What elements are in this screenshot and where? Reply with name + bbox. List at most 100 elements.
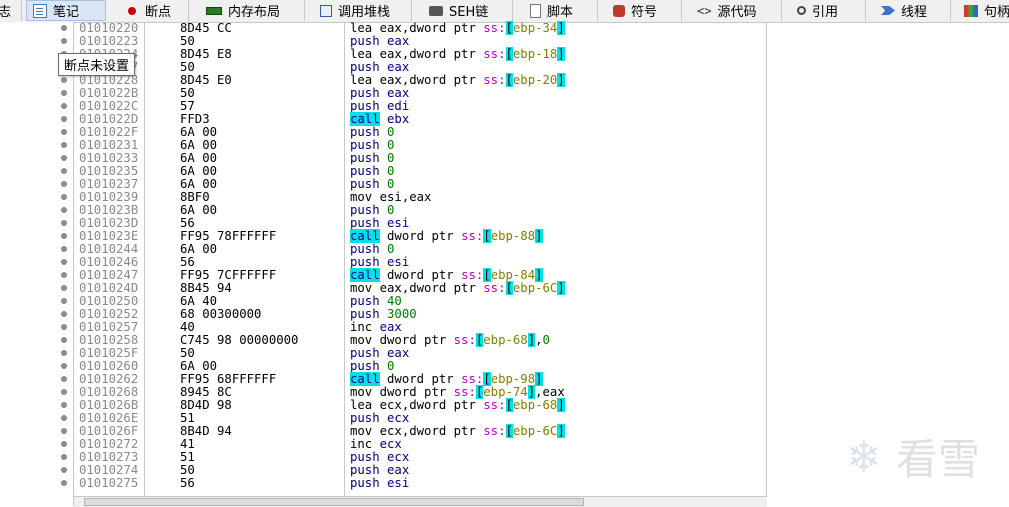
operand: [ (505, 398, 513, 412)
tab-symbols[interactable]: 符号 (599, 0, 682, 21)
tab-breakpoints[interactable]: 断点 (107, 0, 189, 21)
breakpoint-dot-icon[interactable] (61, 103, 67, 109)
breakpoint-dot-icon[interactable] (61, 207, 67, 213)
mnemonic: push (350, 411, 380, 425)
operand: ,eax (535, 385, 565, 399)
mnemonic: lea (350, 398, 373, 412)
mnemonic: mov (350, 281, 373, 295)
operand: eax,dword ptr (372, 47, 484, 61)
operand: ebp-20 (512, 73, 558, 87)
operand: 0 (379, 151, 395, 165)
breakpoint-dot-icon[interactable] (61, 129, 67, 135)
breakpoint-dot-icon[interactable] (61, 246, 67, 252)
tab-seh-chain[interactable]: SEH链 (413, 0, 513, 21)
operand: 0 (379, 164, 395, 178)
operand: [ (483, 229, 491, 243)
breakpoint-dot-icon[interactable] (61, 181, 67, 187)
breakpoint-dot-icon[interactable] (61, 285, 67, 291)
stack-icon (320, 4, 332, 17)
breakpoint-dot-icon[interactable] (61, 116, 67, 122)
breakpoint-dot-icon[interactable] (61, 142, 67, 148)
operand: eax (379, 34, 410, 48)
operand: ebp-68 (512, 398, 558, 412)
mnemonic: mov (350, 333, 373, 347)
snowflake-icon: ❄ (849, 428, 879, 484)
breakpoint-dot-icon[interactable] (61, 298, 67, 304)
tab-call-stack[interactable]: 调用堆栈 (306, 0, 412, 21)
operand: ecx (379, 450, 410, 464)
breakpoint-dot-icon[interactable] (61, 168, 67, 174)
breakpoint-dot-icon[interactable] (61, 350, 67, 356)
search-icon (797, 6, 806, 15)
breakpoint-dot-icon[interactable] (61, 454, 67, 460)
breakpoint-dot-icon[interactable] (61, 363, 67, 369)
thread-icon (881, 6, 895, 15)
watermark-text: 看雪 (896, 434, 981, 484)
breakpoint-dot-icon[interactable] (61, 324, 67, 330)
tab-label: 志 (0, 1, 11, 20)
breakpoint-dot-icon[interactable] (61, 38, 67, 44)
breakpoint-dot-icon[interactable] (61, 389, 67, 395)
breakpoint-dot-icon[interactable] (61, 467, 67, 473)
tab-label: 脚本 (547, 5, 574, 20)
operand: 0 (379, 203, 395, 217)
mnemonic: push (350, 216, 380, 230)
tab-references[interactable]: 引用 (783, 0, 866, 21)
mnemonic: push (350, 34, 380, 48)
instruction: push esi (350, 477, 409, 490)
breakpoint-dot-icon[interactable] (61, 441, 67, 447)
tab-source[interactable]: <> 源代码 (683, 0, 782, 21)
mnemonic: push (350, 255, 380, 269)
breakpoint-dot-icon[interactable] (61, 77, 67, 83)
breakpoint-dot-icon[interactable] (61, 233, 67, 239)
scrollbar-thumb[interactable] (84, 498, 584, 506)
mnemonic: push (350, 99, 380, 113)
operand: ss: (453, 333, 476, 347)
operand: 40 (379, 294, 402, 308)
operand: 0 (379, 138, 395, 152)
tab-handles[interactable]: 句柄 (952, 0, 1009, 21)
breakpoint-dot-icon[interactable] (61, 90, 67, 96)
operand: [ (505, 281, 513, 295)
tab-label: 引用 (812, 5, 839, 20)
breakpoint-dot-icon[interactable] (61, 259, 67, 265)
code-row[interactable]: 01010275 56 push esi (0, 477, 767, 490)
breakpoint-dot-icon[interactable] (61, 155, 67, 161)
tab-threads[interactable]: 线程 (867, 0, 951, 21)
tab-notes[interactable]: 笔记 (26, 0, 106, 21)
breakpoint-dot-icon[interactable] (61, 428, 67, 434)
tab-memory-map[interactable]: 内存布局 (190, 0, 305, 21)
operand: [ (505, 424, 513, 438)
mnemonic: inc (350, 320, 373, 334)
operand: ] (535, 372, 543, 386)
source-icon: <> (697, 3, 712, 18)
tab-script[interactable]: 脚本 (514, 0, 598, 21)
tab-log[interactable]: 志 (0, 0, 22, 21)
operand: 0 (542, 333, 550, 347)
breakpoint-dot-icon[interactable] (61, 220, 67, 226)
operand: ebp-18 (512, 47, 558, 61)
horizontal-scrollbar[interactable] (74, 496, 767, 507)
operand: ] (557, 21, 565, 35)
operand: 0 (379, 359, 395, 373)
breakpoint-dot-icon[interactable] (61, 194, 67, 200)
breakpoint-dot-icon[interactable] (61, 272, 67, 278)
operand: ss: (483, 47, 506, 61)
breakpoint-dot-icon[interactable] (61, 415, 67, 421)
breakpoint-dot-icon[interactable] (61, 311, 67, 317)
breakpoint-dot-icon[interactable] (61, 337, 67, 343)
operand: dword ptr (379, 372, 462, 386)
breakpoint-dot-icon[interactable] (61, 25, 67, 31)
operand: esi (379, 255, 410, 269)
tab-bar: 志 笔记 断点 内存布局 调用堆栈 SEH链 脚本 符号 <> 源代码 引用 线程… (0, 0, 1009, 23)
operand: [ (505, 21, 513, 35)
operand: ] (557, 47, 565, 61)
breakpoint-dot-icon[interactable] (61, 480, 67, 486)
mnemonic: push (350, 307, 380, 321)
operand: ebp-68 (483, 333, 528, 347)
operand: ] (535, 268, 543, 282)
breakpoint-dot-icon[interactable] (61, 402, 67, 408)
breakpoint-dot-icon[interactable] (61, 376, 67, 382)
mnemonic: mov (350, 190, 373, 204)
watermark-logo: ❄ 看雪 (838, 426, 998, 486)
